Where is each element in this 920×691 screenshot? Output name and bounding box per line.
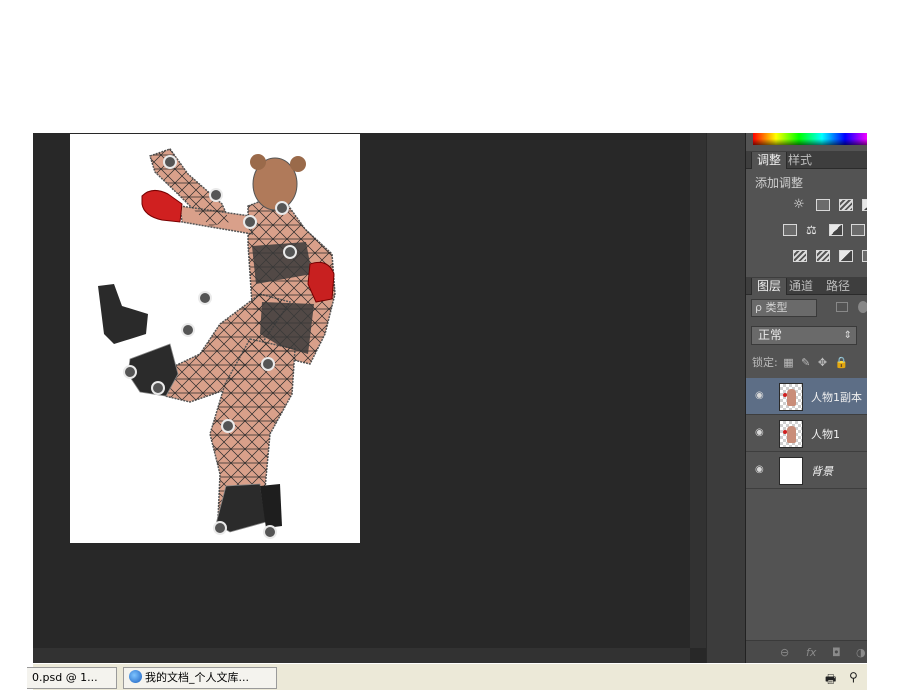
layer-filter-kind[interactable]: ρ 类型 [751,299,817,317]
layer-name: 背景 [811,465,833,478]
puppet-warp-figure [98,148,336,539]
layer-row[interactable]: ◉ 人物1 [746,415,867,452]
document-canvas[interactable] [70,134,360,543]
color-spectrum[interactable] [753,133,867,145]
balance-icon[interactable]: ⚖ [806,224,820,236]
gradient-map-icon[interactable] [862,250,867,262]
adjustments-tabbar: 调整 样式 [746,151,867,169]
layer-name: 人物1副本 [811,391,862,404]
adjust-filter-icon[interactable] [858,301,867,313]
layer-row[interactable]: ◉ 人物1副本 [746,378,867,415]
ie-icon [129,670,142,683]
taskbar-item-photoshop[interactable]: 0.psd @ 1... [27,667,117,689]
lock-label: 锁定: [752,356,778,369]
exposure-icon[interactable] [862,199,867,211]
tab-styles[interactable]: 样式 [783,152,817,169]
bw-icon[interactable] [829,224,843,236]
workspace-vertical-scrollbar[interactable] [690,133,706,648]
link-icon[interactable]: ⊖ [780,646,789,659]
taskbar-item-browser[interactable]: 我的文档_个人文库... [123,667,277,689]
lock-move-icon[interactable]: ✥ [818,356,827,369]
eye-icon[interactable]: ◉ [755,464,764,475]
lock-paint-icon[interactable]: ✎ [801,356,810,369]
layer-thumbnail [779,420,803,448]
tab-paths[interactable]: 路径 [821,278,855,295]
image-filter-icon[interactable] [836,302,848,312]
layers-footer: ⊖ fx ◘ ◑ [746,640,867,663]
posterize-icon[interactable] [816,250,830,262]
taskbar-item-label: 0.psd @ 1... [32,671,98,684]
tray-icon[interactable]: ⚲ [849,670,858,684]
eye-icon[interactable]: ◉ [755,427,764,438]
adjustment-layer-icon[interactable]: ◑ [856,646,866,659]
mask-icon[interactable]: ◘ [832,646,841,659]
tab-channels[interactable]: 通道 [784,278,818,295]
fx-icon[interactable]: fx [806,646,816,659]
brightness-icon[interactable]: ☼ [793,198,807,211]
lock-transparent-icon[interactable]: ▦ [783,356,793,369]
levels-icon[interactable] [816,199,830,211]
threshold-icon[interactable] [839,250,853,262]
layer-thumbnail [779,457,803,485]
eye-icon[interactable]: ◉ [755,390,764,401]
hue-saturation-icon[interactable] [783,224,797,236]
adjustments-title: 添加调整 [755,176,804,190]
layer-row[interactable]: ◉ 背景 [746,452,867,489]
lock-all-icon[interactable]: 🔒 [835,356,849,369]
blend-mode-select[interactable]: 正常 ⇕ [751,326,857,345]
taskbar-item-label: 我的文档_个人文库... [145,671,249,684]
invert-icon[interactable] [793,250,807,262]
layer-thumbnail [779,383,803,411]
curves-icon[interactable] [839,199,853,211]
tab-layers[interactable]: 图层 [751,278,788,295]
photo-filter-icon[interactable] [851,224,865,236]
taskbar: 0.psd @ 1... 我的文档_个人文库... 🖶 ⚲ [27,663,867,691]
tab-adjustments[interactable]: 调整 [751,152,788,169]
layer-name: 人物1 [811,428,840,441]
right-panel-dock: 调整 样式 添加调整 ☼ ⚖ 图层 通道 路径 ρ 类型 正常 ⇕ 锁定: ▦ … [745,133,867,663]
panel-dock-gutter [706,133,745,663]
lock-row: 锁定: ▦ ✎ ✥ 🔒 [752,354,848,370]
printer-icon[interactable]: 🖶 [825,670,836,691]
layers-tabbar: 图层 通道 路径 [746,277,867,295]
workspace-horizontal-scrollbar[interactable] [33,648,690,663]
blend-mode-value: 正常 [758,328,783,342]
chevron-updown-icon: ⇕ [843,330,852,341]
